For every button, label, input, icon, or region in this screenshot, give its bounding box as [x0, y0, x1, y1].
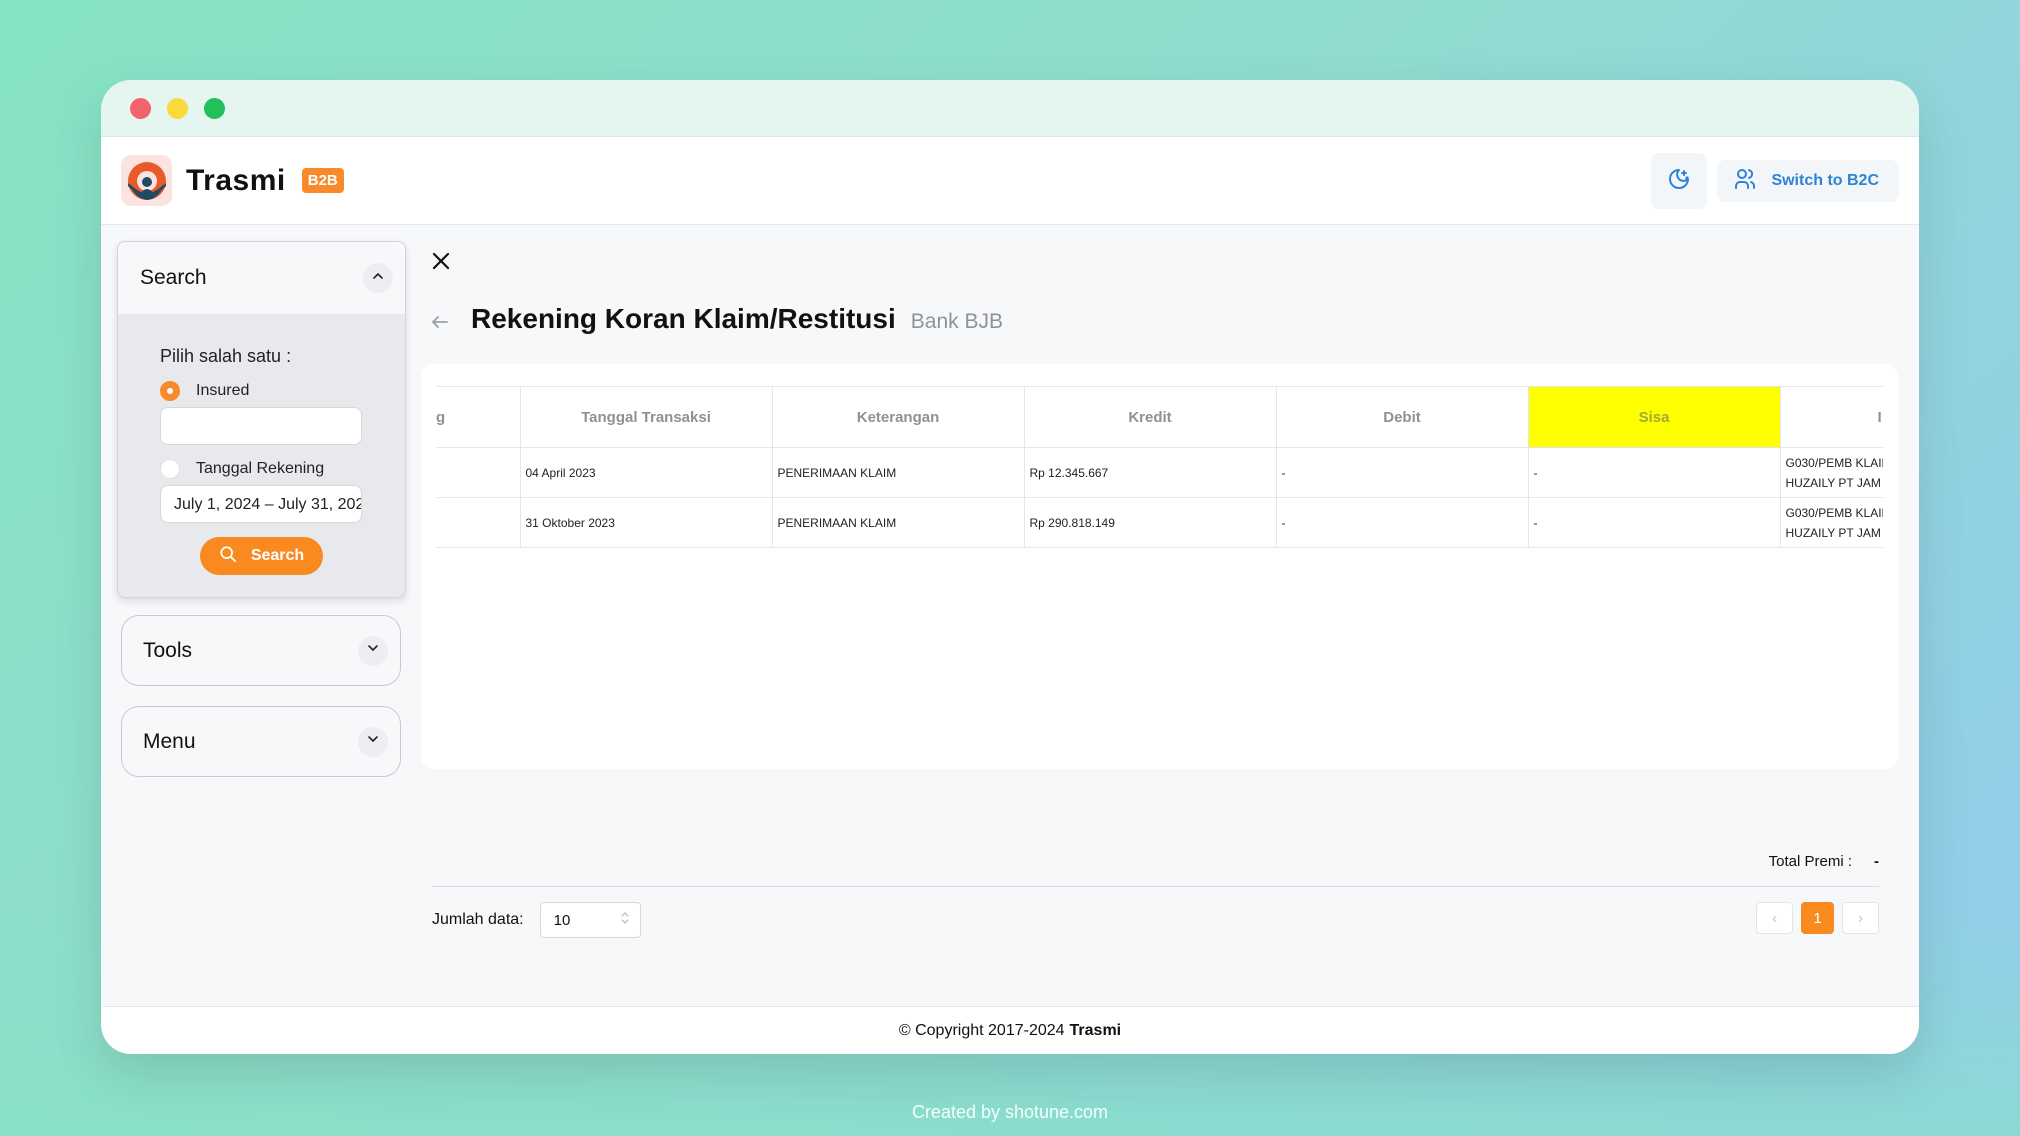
search-panel-header[interactable]: Search	[118, 242, 405, 314]
page-size-label: Jumlah data:	[432, 911, 524, 928]
users-icon	[1733, 167, 1757, 196]
table-cell-kredit: Rp 290.818.149	[1023, 497, 1277, 548]
search-prompt: Pilih salah satu :	[160, 346, 292, 366]
radio-tanggal-rekening-control[interactable]	[160, 459, 180, 479]
radio-insured-control[interactable]	[160, 381, 180, 401]
table-cell-keterangan: PENERIMAAN KLAIM	[771, 447, 1025, 498]
column-header-keterangan[interactable]: Keterangan	[771, 386, 1025, 448]
menu-panel[interactable]: Menu	[121, 706, 401, 777]
table-cell	[436, 497, 521, 548]
date-range-input[interactable]: July 1, 2024 – July 31, 2024	[160, 485, 362, 523]
chevron-up-icon	[371, 269, 385, 288]
theme-toggle-button[interactable]	[1651, 153, 1708, 209]
column-header-kredit[interactable]: Kredit	[1023, 386, 1277, 448]
search-panel-title: Search	[140, 266, 207, 289]
brand-name: Trasmi	[186, 163, 286, 197]
page-title-row: Rekening Koran Klaim/Restitusi Bank BJB	[431, 303, 1003, 335]
window-titlebar	[101, 80, 1919, 137]
transactions-table: g Tanggal Transaksi Keterangan Kredit De…	[436, 386, 1883, 548]
column-header[interactable]: I	[1779, 386, 1883, 448]
table-cell-description: G030/PEMB KLAIM HUZAILY PT JAM	[1779, 447, 1884, 498]
search-panel-body: Pilih salah satu : Insured Tanggal Reken…	[118, 314, 405, 597]
window-minimize-button[interactable]	[167, 97, 188, 119]
footer-copyright: © Copyright 2017-2024	[898, 1021, 1065, 1039]
chevron-down-icon	[366, 641, 380, 660]
page-size-control: Jumlah data: 10	[432, 902, 641, 938]
menu-panel-title: Menu	[143, 729, 196, 753]
table-cell-sisa: -	[1527, 447, 1781, 498]
chevron-up-down-icon	[620, 911, 630, 929]
search-panel: Search Pilih salah satu : Insured Tangga…	[117, 241, 406, 598]
page-size-value: 10	[553, 911, 571, 929]
table-cell-sisa: -	[1527, 497, 1781, 548]
page-subtitle: Bank BJB	[910, 310, 1003, 333]
description-line: G030/PEMB KLAIM	[1785, 505, 1884, 520]
tools-panel-title: Tools	[143, 638, 193, 662]
page-size-select[interactable]: 10	[539, 902, 641, 938]
column-header-tanggal-transaksi[interactable]: Tanggal Transaksi	[519, 386, 773, 448]
tools-panel[interactable]: Tools	[121, 615, 401, 686]
table-cell-tanggal: 31 Oktober 2023	[519, 497, 773, 548]
total-premi-label: Total Premi :	[1768, 853, 1852, 870]
close-icon[interactable]	[431, 251, 451, 276]
page-title: Rekening Koran Klaim/Restitusi	[471, 303, 896, 334]
column-header[interactable]: g	[436, 386, 521, 448]
column-header-debit[interactable]: Debit	[1275, 386, 1529, 448]
table-cell	[436, 447, 521, 498]
description-line: HUZAILY PT JAM	[1785, 525, 1881, 540]
table-cell-keterangan: PENERIMAAN KLAIM	[771, 497, 1025, 548]
table-row[interactable]: 31 Oktober 2023 PENERIMAAN KLAIM Rp 290.…	[436, 497, 1884, 548]
description-line: HUZAILY PT JAM	[1785, 475, 1881, 490]
app-window: Trasmi B2B Switch to B2C Search Pilih sa…	[101, 80, 1919, 1054]
table-cell-debit: -	[1275, 497, 1529, 548]
table-scroll-area[interactable]: g Tanggal Transaksi Keterangan Kredit De…	[436, 386, 1883, 548]
search-button-label: Search	[250, 547, 305, 564]
radio-insured[interactable]: Insured	[160, 381, 363, 401]
switch-to-b2c-button[interactable]: Switch to B2C	[1717, 160, 1899, 202]
total-premi-value: -	[1874, 853, 1879, 870]
description-line: G030/PEMB KLAIM	[1785, 455, 1884, 470]
trasmi-logo-icon[interactable]	[121, 155, 172, 206]
insured-input[interactable]	[160, 407, 362, 445]
table-cell-description: G030/PEMB KLAIM HUZAILY PT JAM	[1779, 497, 1884, 548]
footer: © Copyright 2017-2024 Trasmi	[101, 1006, 1919, 1054]
table-row[interactable]: 04 April 2023 PENERIMAAN KLAIM Rp 12.345…	[436, 447, 1884, 498]
sidebar: Search Pilih salah satu : Insured Tangga…	[117, 241, 406, 777]
app-header: Trasmi B2B Switch to B2C	[101, 137, 1919, 225]
column-header-sisa[interactable]: Sisa	[1527, 386, 1781, 448]
radio-tanggal-rekening[interactable]: Tanggal Rekening	[160, 459, 363, 479]
expand-menu-button[interactable]	[358, 726, 388, 757]
expand-tools-button[interactable]	[358, 635, 388, 666]
moon-stars-icon	[1667, 167, 1691, 196]
radio-insured-label: Insured	[196, 382, 250, 399]
pagination-next-button[interactable]: ›	[1842, 902, 1879, 934]
table-cell-kredit: Rp 12.345.667	[1023, 447, 1277, 498]
search-button[interactable]: Search	[200, 537, 323, 575]
table-card: g Tanggal Transaksi Keterangan Kredit De…	[421, 364, 1898, 769]
collapse-search-button[interactable]	[363, 263, 393, 293]
credit-text: Created by shotune.com	[911, 1102, 1109, 1122]
switch-label: Switch to B2C	[1771, 172, 1879, 189]
window-close-button[interactable]	[130, 97, 151, 119]
pagination: ‹ 1 ›	[1756, 902, 1879, 934]
divider	[432, 886, 1879, 887]
b2b-badge: B2B	[301, 168, 344, 193]
search-icon	[219, 545, 237, 568]
footer-brand: Trasmi	[1069, 1021, 1122, 1039]
table-header-row: g Tanggal Transaksi Keterangan Kredit De…	[436, 386, 1883, 448]
radio-tanggal-rekening-label: Tanggal Rekening	[196, 460, 325, 477]
table-cell-debit: -	[1275, 447, 1529, 498]
table-cell-tanggal: 04 April 2023	[519, 447, 773, 498]
window-maximize-button[interactable]	[204, 97, 225, 119]
back-arrow-icon[interactable]	[431, 314, 449, 335]
pagination-prev-button[interactable]: ‹	[1756, 902, 1793, 934]
total-premi: Total Premi : -	[1769, 853, 1879, 870]
chevron-down-icon	[366, 732, 380, 751]
pagination-page-1[interactable]: 1	[1801, 902, 1834, 934]
